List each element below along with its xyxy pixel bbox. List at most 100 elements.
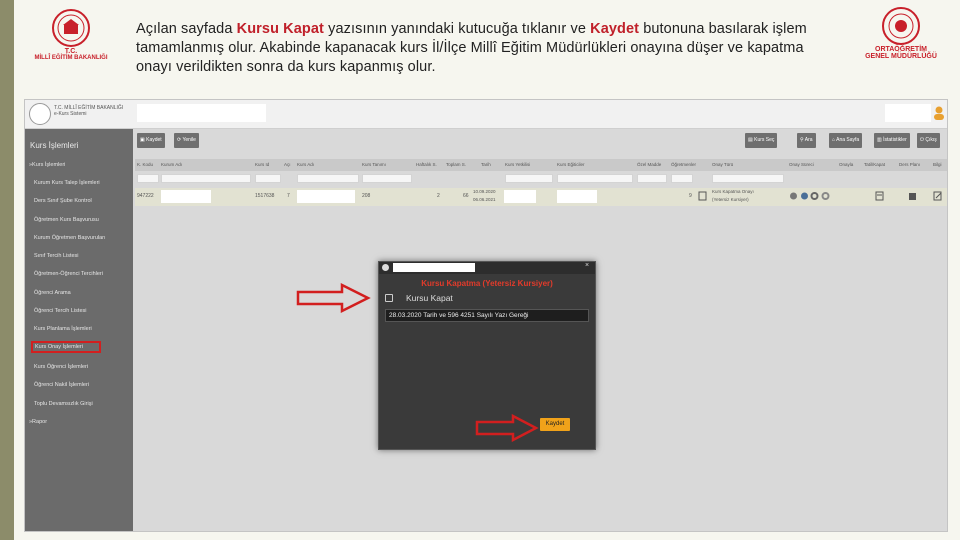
- table-header: K. Kodu Kurum Adı Kurs Id Açı Kurs Adı K…: [135, 159, 947, 171]
- column-header[interactable]: Onay Süreci: [789, 162, 814, 167]
- filter-input[interactable]: [712, 174, 784, 183]
- instruction-part-2: yazısının yanındaki kutucuğa tıklanır ve: [323, 21, 591, 37]
- toolbar-exit-label: Çıkış: [925, 137, 937, 143]
- cell-weekly: 2: [437, 193, 440, 199]
- app-name-line2: e-Kurs Sistemi: [54, 111, 87, 117]
- cell-teachers: 9: [689, 193, 692, 199]
- column-header[interactable]: Kurs Yetkilisi: [505, 162, 530, 167]
- column-header[interactable]: Onayla: [839, 162, 853, 167]
- instruction-highlight-kursu-kapat: Kursu Kapat: [236, 21, 324, 37]
- column-header[interactable]: Kurum Adı: [161, 162, 182, 167]
- instruction-part-1: Açılan sayfada: [136, 21, 237, 37]
- redacted-box: [297, 190, 355, 203]
- sidebar-item[interactable]: Öğrenci Nakil İşlemleri: [25, 379, 133, 391]
- app-sidebar: Kurs İşlemleri »Kurs İşlemleri Kurum Kur…: [25, 129, 133, 531]
- cell-total: 66: [463, 193, 469, 199]
- sidebar-title: Kurs İşlemleri: [30, 141, 79, 150]
- column-header[interactable]: Tatil/Kapat: [864, 162, 885, 167]
- filter-input[interactable]: [362, 174, 412, 183]
- column-header[interactable]: K. Kodu: [137, 162, 153, 167]
- sidebar-item-rapor[interactable]: »Rapor: [25, 416, 133, 428]
- cell-approval-type-2: (Yetersiz Kursiyer): [712, 197, 749, 202]
- filter-input[interactable]: [255, 174, 281, 183]
- close-course-label[interactable]: Kursu Kapat: [406, 293, 453, 303]
- sidebar-item[interactable]: Sınıf Tercih Listesi: [25, 250, 133, 262]
- column-header[interactable]: Toplam S.: [446, 162, 466, 167]
- globe-icon[interactable]: [800, 191, 809, 201]
- table-row[interactable]: 947222 1517638 7 208 2 66 10.09.2020 06.…: [135, 188, 947, 206]
- column-header[interactable]: Kurs Tanımı: [362, 162, 386, 167]
- app-name: T.C. MİLLÎ EĞİTİM BAKANLIĞI e-Kurs Siste…: [54, 105, 123, 117]
- column-header[interactable]: Tarih: [481, 162, 491, 167]
- info-icon[interactable]: [789, 191, 798, 201]
- column-header[interactable]: Kurs Adı: [297, 162, 314, 167]
- sidebar-item[interactable]: Öğrenci Arama: [25, 287, 133, 299]
- redacted-box: [393, 263, 475, 272]
- column-header[interactable]: Onay Türü: [712, 162, 733, 167]
- toolbar-stats-label: İstatistikler: [883, 137, 907, 143]
- column-header[interactable]: Öğretmenler: [671, 162, 696, 167]
- redacted-box: [504, 190, 536, 203]
- column-header[interactable]: Bilgi: [933, 162, 942, 167]
- sidebar-item[interactable]: Kurum Öğretmen Başvuruları: [25, 232, 133, 244]
- sidebar-item[interactable]: Öğretmen Kurs Başvurusu: [25, 214, 133, 226]
- sidebar-item[interactable]: Öğrenci Tercih Listesi: [25, 305, 133, 317]
- logo-left-line2: MİLLÎ EĞİTİM BAKANLIĞI: [34, 55, 108, 61]
- redacted-box: [137, 104, 266, 122]
- meb-emblem-icon: [52, 9, 90, 47]
- meb-logo: T.C. MİLLÎ EĞİTİM BAKANLIĞI: [22, 8, 120, 80]
- app-screenshot: T.C. MİLLÎ EĞİTİM BAKANLIĞI e-Kurs Siste…: [24, 99, 948, 532]
- toolbar-stats-button[interactable]: ▥ İstatistikler: [874, 133, 910, 148]
- toolbar-home-button[interactable]: ⌂ Ana Sayfa: [829, 133, 863, 148]
- sidebar-item-kurs-islemleri[interactable]: »Kurs İşlemleri: [25, 159, 133, 171]
- dialog-app-icon: [382, 264, 389, 271]
- sidebar-item[interactable]: Kurs Planlama İşlemleri: [25, 323, 133, 335]
- filter-input[interactable]: [671, 174, 693, 183]
- app-topbar: T.C. MİLLÎ EĞİTİM BAKANLIĞI e-Kurs Siste…: [25, 100, 947, 129]
- filter-input[interactable]: [297, 174, 359, 183]
- dialog-save-button[interactable]: Kaydet: [540, 418, 570, 431]
- logo-right-line1: ORTAÖĞRETİM: [875, 46, 927, 53]
- column-header[interactable]: Açı: [284, 162, 291, 167]
- toolbar-exit-button[interactable]: ⏻ Çıkış: [917, 133, 940, 148]
- filter-input[interactable]: [557, 174, 633, 183]
- sidebar-item[interactable]: Toplu Devamsızlık Girişi: [25, 398, 133, 410]
- document-icon[interactable]: [698, 191, 707, 201]
- calendar-icon[interactable]: [908, 191, 917, 201]
- dialog-title: Kursu Kapatma (Yetersiz Kursiyer): [421, 279, 553, 288]
- sidebar-item[interactable]: Ders Sınıf Şube Kontrol: [25, 195, 133, 207]
- sidebar-item[interactable]: Kurs Öğrenci İşlemleri: [25, 361, 133, 373]
- dialog-close-button[interactable]: ×: [585, 262, 589, 269]
- gear-icon[interactable]: [821, 191, 830, 201]
- dialog-reason-text: 28.03.2020 Tarih ve 596 4251 Sayılı Yazı…: [385, 309, 589, 322]
- column-header[interactable]: Kurs Eğiticiler: [557, 162, 585, 167]
- edit-icon[interactable]: [933, 191, 942, 201]
- column-header[interactable]: Kurs Id: [255, 162, 269, 167]
- column-header[interactable]: Özel Madde: [637, 162, 661, 167]
- filter-input[interactable]: [637, 174, 667, 183]
- redacted-box: [885, 104, 931, 122]
- instruction-text: Açılan sayfada Kursu Kapat yazısının yan…: [136, 20, 836, 77]
- logo-right-line2: GENEL MÜDÜRLÜĞÜ: [865, 53, 937, 60]
- toolbar-refresh-button[interactable]: ⟳ Yenile: [174, 133, 199, 148]
- sidebar-item[interactable]: Kurum Kurs Talep İşlemleri: [25, 177, 133, 189]
- column-header[interactable]: Haftalık S.: [416, 162, 437, 167]
- toolbar-course-select-button[interactable]: ▤ Kurs Seç: [745, 133, 778, 148]
- arrow-to-checkbox-icon: [296, 283, 371, 313]
- filter-input[interactable]: [505, 174, 553, 183]
- app-logo-icon: [29, 103, 51, 125]
- sidebar-item-kurs-onay-islemleri[interactable]: Kurs Onay İşlemleri: [31, 341, 101, 353]
- gear-icon[interactable]: [810, 191, 819, 201]
- sidebar-item[interactable]: Öğretmen-Öğrenci Tercihleri: [25, 268, 133, 280]
- document-icon[interactable]: [875, 191, 884, 201]
- toolbar-save-label: Kaydet: [146, 137, 162, 143]
- left-decor-band: [0, 0, 14, 540]
- filter-input[interactable]: [161, 174, 251, 183]
- toolbar-search-button[interactable]: ⚲ Ara: [797, 133, 816, 148]
- user-icon[interactable]: [933, 106, 945, 120]
- close-course-checkbox[interactable]: [385, 294, 393, 302]
- filter-input[interactable]: [137, 174, 159, 183]
- toolbar-save-button[interactable]: ▣ Kaydet: [137, 133, 165, 148]
- column-header[interactable]: Ders Planı: [899, 162, 920, 167]
- logo-left-line1: T.C.: [64, 48, 78, 55]
